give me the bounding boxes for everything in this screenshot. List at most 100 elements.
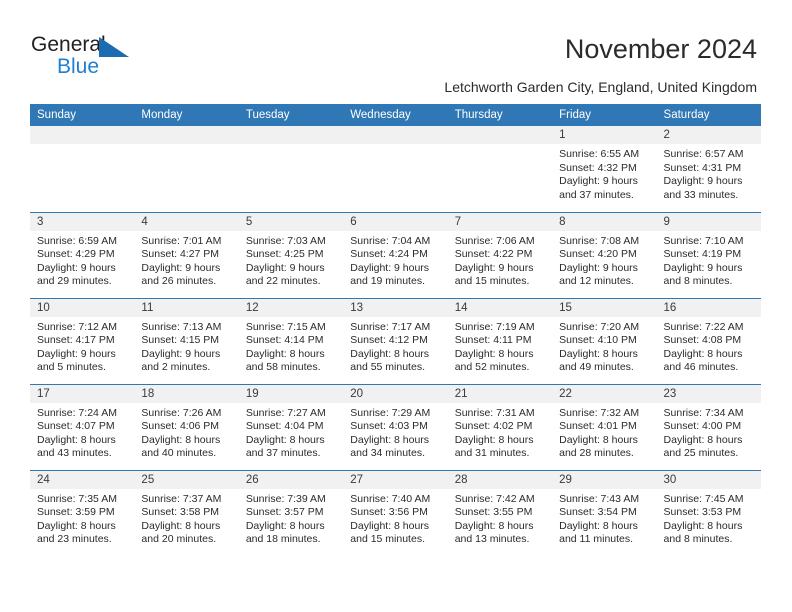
calendar-day-cell[interactable]: 23 Sunrise: 7:34 AM Sunset: 4:00 PM Dayligh… xyxy=(656,383,761,470)
day-number xyxy=(238,126,344,144)
calendar-week-row: 17 Sunrise: 7:24 AM Sunset: 4:07 PM Dayligh… xyxy=(30,383,761,470)
day-info-line: Sunset: 4:04 PM xyxy=(245,420,324,433)
day-cell-content: 12 Sunrise: 7:15 AM Sunset: 4:14 PM Dayligh… xyxy=(238,298,344,384)
day-number: 7 xyxy=(447,212,553,231)
calendar-day-cell[interactable]: 24 Sunrise: 7:35 AM Sunset: 3:59 PM Dayligh… xyxy=(30,469,135,556)
calendar-day-cell[interactable]: 19 Sunrise: 7:27 AM Sunset: 4:04 PM Dayligh… xyxy=(238,383,344,470)
calendar-day-cell[interactable]: 4 Sunrise: 7:01 AM Sunset: 4:27 PM Daylight… xyxy=(134,211,239,298)
calendar-day-cell[interactable]: 27 Sunrise: 7:40 AM Sunset: 3:56 PM Dayligh… xyxy=(343,469,448,557)
day-cell-content: 20 Sunrise: 7:29 AM Sunset: 4:03 PM Dayligh… xyxy=(343,384,448,470)
calendar-day-cell[interactable]: 13 Sunrise: 7:17 AM Sunset: 4:12 PM Dayligh… xyxy=(343,297,448,384)
day-sun-info xyxy=(343,144,447,148)
day-info-line: Daylight: 9 hours xyxy=(37,347,116,360)
calendar-day-cell[interactable] xyxy=(134,126,239,212)
day-info-line: Sunrise: 7:26 AM xyxy=(141,406,222,419)
day-info-line: Sunset: 4:29 PM xyxy=(37,248,115,261)
calendar-day-cell[interactable]: 6 Sunrise: 7:04 AM Sunset: 4:24 PM Daylight… xyxy=(343,211,448,298)
calendar-day-cell[interactable]: 15 Sunrise: 7:20 AM Sunset: 4:10 PM Dayligh… xyxy=(552,297,657,384)
day-cell-content: 26 Sunrise: 7:39 AM Sunset: 3:57 PM Dayligh… xyxy=(238,470,344,557)
day-number: 20 xyxy=(343,384,448,403)
weekday-header-monday: Monday xyxy=(134,104,239,126)
day-info-line: Daylight: 8 hours xyxy=(559,519,638,532)
calendar-day-cell[interactable]: 11 Sunrise: 7:13 AM Sunset: 4:15 PM Dayligh… xyxy=(134,297,239,384)
calendar-day-cell[interactable]: 12 Sunrise: 7:15 AM Sunset: 4:14 PM Dayligh… xyxy=(238,297,344,384)
calendar-grid: Sunday Monday Tuesday Wednesday Thursday Frid… xyxy=(30,104,761,556)
day-info-line: Sunrise: 7:34 AM xyxy=(663,406,744,419)
day-cell-content: 30 Sunrise: 7:45 AM Sunset: 3:53 PM Dayligh… xyxy=(656,470,761,557)
calendar-day-cell[interactable]: 10 Sunrise: 7:12 AM Sunset: 4:17 PM Dayligh… xyxy=(30,297,135,384)
weekday-header-friday: Friday xyxy=(552,104,657,126)
day-sun-info: Sunrise: 7:08 AM Sunset: 4:20 PM Daylight:… xyxy=(552,231,656,289)
day-number: 1 xyxy=(552,126,657,144)
day-info-line: Sunrise: 7:32 AM xyxy=(559,406,640,419)
day-info-line: Sunset: 4:25 PM xyxy=(245,248,324,261)
day-sun-info: Sunrise: 7:13 AM Sunset: 4:15 PM Daylight:… xyxy=(134,317,238,375)
day-cell-content: 17 Sunrise: 7:24 AM Sunset: 4:07 PM Dayligh… xyxy=(30,384,135,470)
day-number: 27 xyxy=(343,470,448,489)
calendar-day-cell[interactable]: 20 Sunrise: 7:29 AM Sunset: 4:03 PM Dayligh… xyxy=(343,383,448,470)
day-number: 24 xyxy=(30,470,135,489)
day-info-line: Sunset: 4:03 PM xyxy=(350,420,428,433)
day-cell-content: 21 Sunrise: 7:31 AM Sunset: 4:02 PM Dayligh… xyxy=(447,384,553,470)
day-info-line: Daylight: 8 hours xyxy=(559,433,638,446)
day-sun-info xyxy=(30,144,134,148)
day-info-line: Sunset: 4:06 PM xyxy=(141,420,220,433)
day-info-line: Daylight: 8 hours xyxy=(663,347,743,360)
day-sun-info xyxy=(134,144,238,148)
day-number: 2 xyxy=(656,126,761,144)
day-info-line: Sunset: 3:55 PM xyxy=(454,506,533,519)
calendar-day-cell[interactable]: 2 Sunrise: 6:57 AM Sunset: 4:31 PM Daylight… xyxy=(656,126,761,212)
day-cell-content: 3 Sunrise: 6:59 AM Sunset: 4:29 PM Daylight… xyxy=(30,212,135,298)
day-info-line: Daylight: 8 hours xyxy=(350,433,430,446)
day-info-line: and 20 minutes. xyxy=(141,533,217,546)
calendar-day-cell[interactable]: 22 Sunrise: 7:32 AM Sunset: 4:01 PM Dayligh… xyxy=(552,383,657,470)
day-info-line: Sunrise: 7:08 AM xyxy=(559,234,640,247)
calendar-day-cell[interactable]: 18 Sunrise: 7:26 AM Sunset: 4:06 PM Dayligh… xyxy=(134,383,239,470)
calendar-day-cell[interactable]: 3 Sunrise: 6:59 AM Sunset: 4:29 PM Daylight… xyxy=(30,211,135,298)
day-info-line: and 13 minutes. xyxy=(454,533,530,546)
day-info-line: Sunrise: 7:13 AM xyxy=(141,320,222,333)
calendar-day-cell[interactable]: 30 Sunrise: 7:45 AM Sunset: 3:53 PM Dayligh… xyxy=(656,469,761,557)
calendar-day-cell[interactable]: 7 Sunrise: 7:06 AM Sunset: 4:22 PM Daylight… xyxy=(447,211,553,298)
brand-logo[interactable]: General Blue xyxy=(31,33,191,81)
weekday-header-tuesday: Tuesday xyxy=(238,104,344,126)
day-info-line: Sunrise: 7:39 AM xyxy=(245,492,326,505)
calendar-day-cell[interactable]: 8 Sunrise: 7:08 AM Sunset: 4:20 PM Daylight… xyxy=(552,211,657,298)
day-number: 12 xyxy=(238,298,344,317)
day-info-line: Daylight: 8 hours xyxy=(663,519,743,532)
calendar-day-cell[interactable]: 14 Sunrise: 7:19 AM Sunset: 4:11 PM Dayligh… xyxy=(447,297,553,384)
calendar-table: Sunday Monday Tuesday Wednesday Thursday Frid… xyxy=(30,104,761,556)
day-info-line: Sunrise: 7:20 AM xyxy=(559,320,640,333)
calendar-day-cell[interactable]: 16 Sunrise: 7:22 AM Sunset: 4:08 PM Dayligh… xyxy=(656,297,761,384)
day-info-line: Sunset: 4:10 PM xyxy=(559,334,637,347)
calendar-day-cell[interactable]: 5 Sunrise: 7:03 AM Sunset: 4:25 PM Daylight… xyxy=(238,211,344,298)
calendar-day-cell[interactable] xyxy=(30,126,135,212)
calendar-day-cell[interactable]: 25 Sunrise: 7:37 AM Sunset: 3:58 PM Dayligh… xyxy=(134,469,239,556)
calendar-day-cell[interactable]: 29 Sunrise: 7:43 AM Sunset: 3:54 PM Dayligh… xyxy=(552,469,657,556)
day-info-line: Sunset: 4:12 PM xyxy=(350,334,428,347)
day-info-line: Daylight: 9 hours xyxy=(141,261,221,274)
calendar-day-cell[interactable]: 28 Sunrise: 7:42 AM Sunset: 3:55 PM Dayligh… xyxy=(447,469,553,556)
day-info-line: and 29 minutes. xyxy=(37,275,112,288)
day-sun-info: Sunrise: 7:39 AM Sunset: 3:57 PM Daylight:… xyxy=(239,489,343,547)
day-info-line: Sunrise: 6:55 AM xyxy=(559,148,640,160)
day-info-line: Daylight: 9 hours xyxy=(141,347,221,360)
day-info-line: Daylight: 8 hours xyxy=(454,519,534,532)
day-number: 8 xyxy=(552,212,657,231)
calendar-day-cell[interactable]: 26 Sunrise: 7:39 AM Sunset: 3:57 PM Dayligh… xyxy=(238,469,344,557)
calendar-day-cell[interactable]: 1 Sunrise: 6:55 AM Sunset: 4:32 PM Daylight… xyxy=(552,126,657,212)
page-title: November 2024 xyxy=(564,34,757,64)
calendar-day-cell[interactable]: 9 Sunrise: 7:10 AM Sunset: 4:19 PM Daylight… xyxy=(656,211,761,298)
day-info-line: Daylight: 9 hours xyxy=(559,175,638,188)
calendar-day-cell[interactable] xyxy=(447,126,553,212)
calendar-day-cell[interactable] xyxy=(343,126,448,212)
day-info-line: Sunrise: 7:31 AM xyxy=(454,406,535,419)
day-number xyxy=(30,126,135,144)
calendar-day-cell[interactable] xyxy=(238,126,344,212)
day-info-line: and 58 minutes. xyxy=(245,361,321,374)
calendar-day-cell[interactable]: 21 Sunrise: 7:31 AM Sunset: 4:02 PM Dayligh… xyxy=(447,383,553,470)
day-info-line: Sunset: 3:57 PM xyxy=(245,506,324,519)
day-cell-content: 27 Sunrise: 7:40 AM Sunset: 3:56 PM Dayligh… xyxy=(343,470,448,557)
day-cell-content: 6 Sunrise: 7:04 AM Sunset: 4:24 PM Daylight… xyxy=(343,212,448,298)
calendar-day-cell[interactable]: 17 Sunrise: 7:24 AM Sunset: 4:07 PM Dayligh… xyxy=(30,383,135,470)
